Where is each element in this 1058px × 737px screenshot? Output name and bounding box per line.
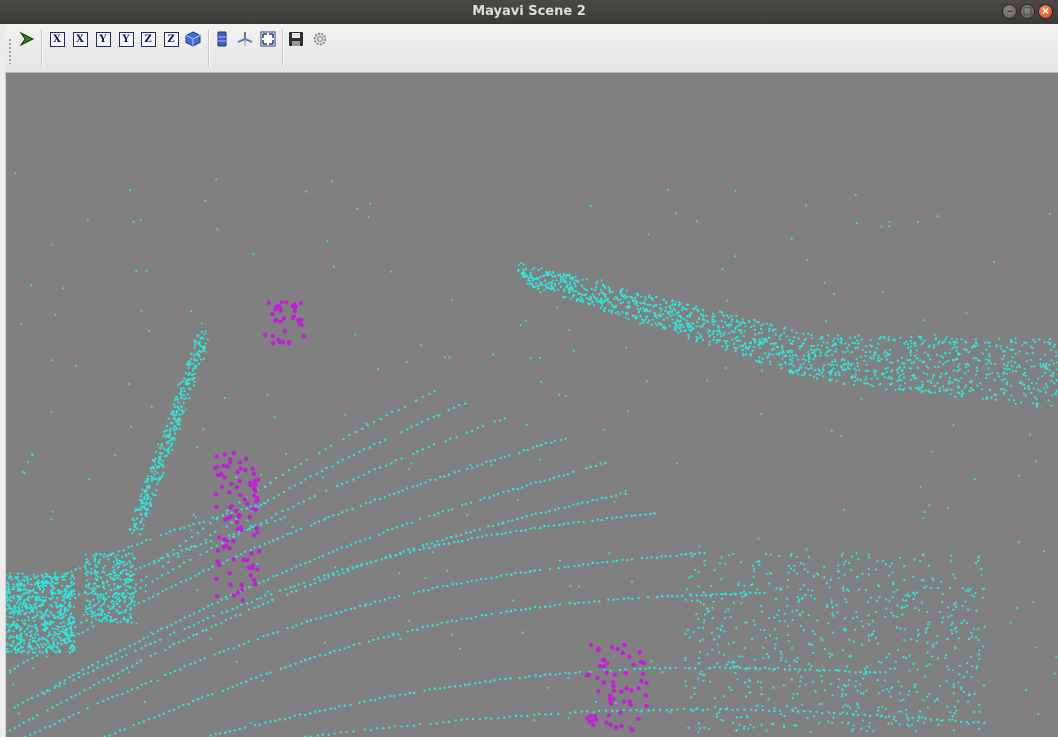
view-z-plus-icon: Z [140,31,156,47]
view-z-minus-button[interactable]: Z [162,30,180,48]
view-y-minus-icon: Y [118,31,134,47]
title-bar[interactable]: Mayavi Scene 2 – □ × [0,0,1058,24]
maximize-button[interactable]: □ [1020,4,1035,19]
3d-scene-viewport[interactable] [5,73,1058,737]
scene-background [5,73,1058,737]
axes-indicator-button[interactable] [236,30,254,48]
full-screen-button[interactable] [259,30,277,48]
isometric-view-button[interactable] [184,30,202,48]
save-button[interactable] [287,30,305,48]
save-icon [289,32,303,46]
background-window-edge [0,24,6,737]
configure-scene-icon [313,32,327,46]
scene-toolbar: X X Y Y Z Z [5,24,1058,73]
parallel-projection-button[interactable] [213,30,231,48]
view-x-minus-button[interactable]: X [71,30,89,48]
toggle-axes-indicator-icon [237,32,253,46]
view-x-plus-button[interactable]: X [48,30,66,48]
pipeline-button[interactable] [18,30,36,48]
minimize-button[interactable]: – [1002,4,1017,19]
view-z-minus-icon: Z [163,31,179,47]
view-x-plus-icon: X [49,31,65,47]
view-y-minus-button[interactable]: Y [117,30,135,48]
toggle-parallel-projection-icon [217,31,227,47]
toolbar-separator [208,30,210,66]
toolbar-separator [282,30,284,66]
close-button[interactable]: × [1038,4,1053,19]
window-title: Mayavi Scene 2 [472,4,586,19]
isometric-view-icon [185,31,201,47]
mayavi-pipeline-icon [19,31,35,47]
configure-scene-button[interactable] [311,30,329,48]
toolbar-grip[interactable] [8,38,12,64]
view-z-plus-button[interactable]: Z [139,30,157,48]
full-screen-icon [260,31,276,47]
view-x-minus-icon: X [72,31,88,47]
point-cloud-render[interactable] [5,73,1058,737]
toolbar-separator [41,30,43,66]
view-y-plus-icon: Y [95,31,111,47]
view-y-plus-button[interactable]: Y [94,30,112,48]
window-controls: – □ × [1002,4,1053,19]
mayavi-window: Mayavi Scene 2 – □ × X X Y Y Z Z [0,0,1058,737]
